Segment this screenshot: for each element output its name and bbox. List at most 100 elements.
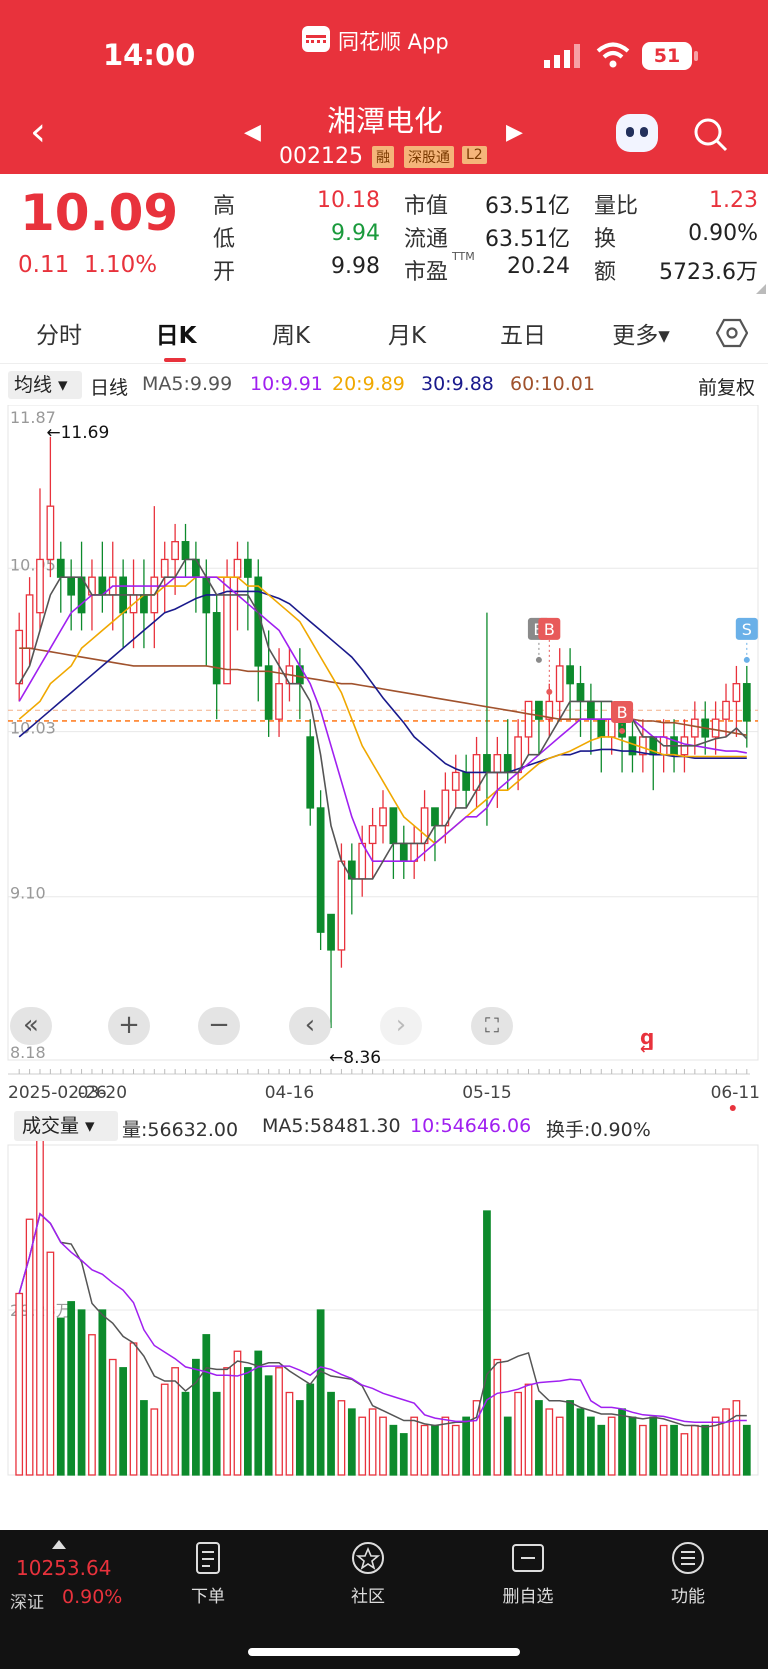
date-label: 03-20 xyxy=(78,1083,127,1103)
tab-weekly-k[interactable]: 周K xyxy=(262,316,320,350)
low-annotation: ←8.36 xyxy=(329,1048,381,1068)
nav-order-button[interactable]: 下单 xyxy=(148,1530,268,1630)
volume-bar-down xyxy=(566,1400,574,1476)
tab-daily-k[interactable]: 日K xyxy=(145,316,207,350)
nav-order-label: 下单 xyxy=(191,1587,225,1607)
fullscreen-button[interactable]: ⛶ xyxy=(471,1007,513,1045)
ma-selector[interactable]: 均线 ▾ xyxy=(8,371,82,399)
quote-value-c2: 63.51亿 xyxy=(485,194,570,219)
buy-signal-1-dot xyxy=(546,688,553,695)
return-latest-icon[interactable]: q ← xyxy=(640,1025,654,1073)
quote-value-c2: 63.51亿 xyxy=(485,227,570,252)
kline-svg[interactable]: 11.8710.9510.039.108.18←11.69←8.36BBBS20… xyxy=(0,405,768,1530)
quote-label-c2: 市值 xyxy=(404,194,449,219)
battery-tip xyxy=(694,51,698,61)
volume-bar-down xyxy=(576,1408,585,1476)
volume-bar-up xyxy=(472,1400,481,1476)
quote-label-c3: 量比 xyxy=(594,194,639,219)
candle-down xyxy=(566,665,574,685)
step-forward-button[interactable]: › xyxy=(380,1007,422,1045)
candle-up xyxy=(275,683,283,720)
volume-bar-down xyxy=(316,1309,325,1476)
badge-connect: 深股通 xyxy=(404,146,454,168)
price-frame xyxy=(7,405,759,1061)
quote-value-c1: 10.18 xyxy=(317,188,380,213)
price-change: 0.11 xyxy=(18,252,70,278)
volume-bar-down xyxy=(587,1416,595,1476)
volume-bar-down xyxy=(192,1358,200,1476)
ma30-value: 30:9.88 xyxy=(421,373,494,395)
volume-bar-down xyxy=(56,1317,65,1476)
tab-five-day[interactable]: 五日 xyxy=(494,316,552,350)
volume-bar-down xyxy=(202,1334,211,1476)
settings-hexagon-icon[interactable] xyxy=(716,318,748,348)
volume-bar-up xyxy=(108,1358,117,1476)
candle-down xyxy=(389,807,398,845)
volume-bar-down xyxy=(295,1400,304,1476)
nav-community-label: 社区 xyxy=(351,1587,385,1607)
back-icon[interactable]: ‹ xyxy=(30,112,46,152)
adjust-mode[interactable]: 前复权 xyxy=(698,373,755,400)
period-tabs: 分时 日K 周K 月K 五日 更多▾ xyxy=(0,300,768,364)
candle-down xyxy=(742,683,751,722)
sell-signal-label: S xyxy=(742,620,752,639)
assistant-robot-icon[interactable] xyxy=(616,114,658,152)
volume-bar-down xyxy=(649,1416,658,1476)
candle-up xyxy=(493,754,502,774)
volume-bar-down xyxy=(483,1210,491,1476)
volume-bar-down xyxy=(140,1400,148,1476)
volume-bar-up xyxy=(732,1400,741,1476)
candle-up xyxy=(15,629,24,685)
search-icon[interactable] xyxy=(692,116,730,154)
nav-community-button[interactable]: 社区 xyxy=(308,1530,428,1630)
app-label: 同花顺 App xyxy=(338,30,449,54)
nav-function-button[interactable]: 功能 xyxy=(628,1530,748,1630)
tab-intraday[interactable]: 分时 xyxy=(30,316,88,350)
badge-l2: L2 xyxy=(462,146,487,164)
expand-corner-icon[interactable] xyxy=(756,284,766,294)
quote-label-c1: 高 xyxy=(213,194,236,219)
expand-arrow-icon[interactable] xyxy=(52,1540,66,1549)
index-value[interactable]: 10253.64 xyxy=(16,1556,111,1580)
volume-bar-up xyxy=(680,1433,689,1476)
zoom-out-button[interactable]: − xyxy=(198,1007,240,1045)
volume-bar-down xyxy=(98,1309,107,1476)
stock-code: 002125 xyxy=(279,144,363,169)
quote-value-c3: 0.90% xyxy=(688,221,758,246)
zoom-in-button[interactable]: + xyxy=(108,1007,150,1045)
volume-bar-up xyxy=(722,1408,730,1476)
candle-up xyxy=(233,558,242,578)
step-back-button[interactable]: ‹ xyxy=(289,1007,331,1045)
indicator-selector[interactable]: 成交量 ▾ xyxy=(14,1111,118,1141)
volume-bar-up xyxy=(223,1367,231,1476)
scroll-left-button[interactable]: « xyxy=(10,1007,52,1045)
tab-monthly-k[interactable]: 月K xyxy=(378,316,436,350)
volume-bar-up xyxy=(410,1416,419,1476)
today-dot xyxy=(729,1105,736,1111)
candle-up xyxy=(722,700,730,720)
sell-signal-dot xyxy=(743,656,750,663)
prev-stock-icon[interactable]: ◀ xyxy=(244,120,261,145)
volume-bar-up xyxy=(659,1424,668,1476)
ma20-value: 20:9.89 xyxy=(332,373,405,395)
community-star-icon xyxy=(352,1542,384,1574)
quote-label-c2: 流通 xyxy=(404,227,449,252)
volume-bar-up xyxy=(514,1391,522,1476)
volume-bar-down xyxy=(327,1391,335,1476)
quote-label-c2: 市盈 xyxy=(404,260,449,285)
volume-bar-up xyxy=(524,1383,533,1476)
order-doc-icon xyxy=(196,1542,220,1574)
volume-bar-up xyxy=(150,1408,159,1476)
nav-remove-watchlist-button[interactable]: 删自选 xyxy=(468,1530,588,1630)
top-bar: 14:00 同花顺 App 51 ‹ ◀ 湘潭电化 002125 融 深股通 L… xyxy=(0,0,768,174)
high-annotation: ←11.69 xyxy=(46,423,109,443)
last-price: 10.09 xyxy=(20,184,179,242)
volume-bar-down xyxy=(67,1301,76,1476)
volume-bar-up xyxy=(36,1127,44,1476)
quote-value-c2: 20.24 xyxy=(507,254,570,279)
candle-down xyxy=(316,807,325,933)
status-time: 14:00 xyxy=(103,38,196,72)
next-stock-icon[interactable]: ▶ xyxy=(506,120,523,145)
volume-bar-down xyxy=(628,1416,637,1476)
tab-more[interactable]: 更多▾ xyxy=(604,316,678,350)
